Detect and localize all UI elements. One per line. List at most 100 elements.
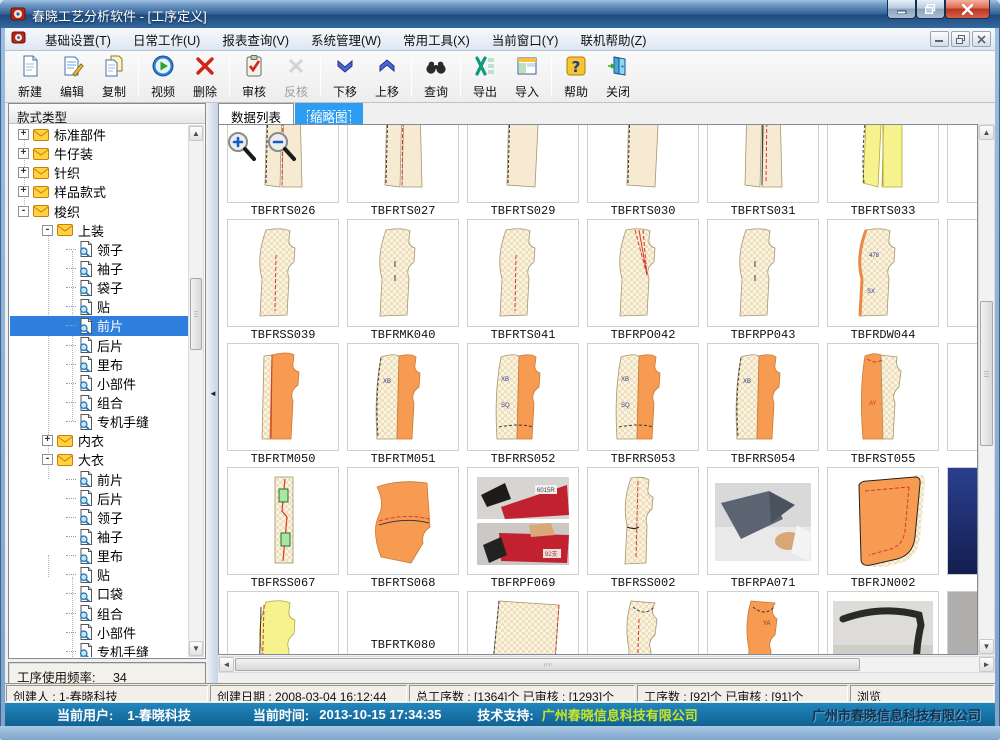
tree-item-leaf[interactable]: 里布	[10, 546, 188, 565]
toolbar-button-new-document[interactable]: 新建	[9, 54, 51, 100]
tree-item-leaf[interactable]: 袖子	[10, 527, 188, 546]
expand-icon[interactable]: +	[18, 167, 29, 178]
tree-item-leaf[interactable]: 口袋	[10, 584, 188, 603]
horizontal-scrollbar[interactable]: ◄ ►	[218, 656, 995, 673]
thumbnail-cell[interactable]: TBFRTS027	[347, 124, 459, 219]
zoom-in-icon[interactable]	[225, 130, 257, 167]
toolbar-button-move-up[interactable]: 上移	[366, 54, 408, 100]
menu-item[interactable]: 常用工具(X)	[392, 31, 481, 51]
thumbnail-cell[interactable]	[467, 591, 579, 655]
toolbar-button-edit-document[interactable]: 编辑	[51, 54, 93, 100]
collapse-icon[interactable]: -	[18, 206, 29, 217]
tree-item-leaf[interactable]: 后片	[10, 336, 188, 355]
thumbnail-cell[interactable]: TBFRSS039	[227, 219, 339, 343]
toolbar-button-move-down[interactable]: 下移	[324, 54, 366, 100]
toolbar-button-import-grid[interactable]: 导入	[506, 54, 548, 100]
thumbnail-cell[interactable]: YA	[707, 591, 819, 655]
tree-item-leaf[interactable]: 前片	[10, 316, 188, 335]
tree-item-leaf[interactable]: 专机手缝	[10, 642, 188, 657]
thumbnail-cell-partial[interactable]	[947, 591, 978, 655]
tree-item-leaf[interactable]: 专机手缝	[10, 412, 188, 431]
tree-item-folder[interactable]: +针织	[10, 163, 188, 182]
collapse-icon[interactable]: -	[42, 454, 53, 465]
thumbnail-cell[interactable]: XBTBFRTM051	[347, 343, 459, 467]
scroll-up-arrow-icon[interactable]: ▲	[979, 125, 994, 140]
tab-data-list[interactable]: 数据列表	[218, 103, 294, 124]
mdi-restore-button[interactable]	[951, 31, 970, 47]
hscroll-thumb[interactable]	[235, 658, 860, 671]
tree-item-leaf[interactable]: 袋子	[10, 278, 188, 297]
thumbnail-cell[interactable]: TBFRTS041	[467, 219, 579, 343]
tree-item-leaf[interactable]: 领子	[10, 508, 188, 527]
thumbnail-cell[interactable]: XBSQTBFRRS052	[467, 343, 579, 467]
thumbnail-cell[interactable]: TBFRTM050	[227, 343, 339, 467]
tree-item-leaf[interactable]: 组合	[10, 393, 188, 412]
menu-item[interactable]: 联机帮助(Z)	[569, 31, 657, 51]
tab-thumbnails[interactable]: 缩略图	[295, 103, 363, 124]
tree-scroll-thumb[interactable]	[190, 278, 202, 350]
tree-item-leaf[interactable]: 袖子	[10, 259, 188, 278]
thumbnail-cell-partial[interactable]	[947, 467, 978, 575]
thumbnail-cell[interactable]: TBFRTS031	[707, 124, 819, 219]
expand-icon[interactable]: +	[18, 129, 29, 140]
scroll-down-arrow-icon[interactable]: ▼	[979, 639, 994, 654]
thumbnail-cell-partial[interactable]	[947, 219, 978, 327]
thumbnail-cell[interactable]: TBFRTS030	[587, 124, 699, 219]
menu-item[interactable]: 基础设置(T)	[34, 31, 122, 51]
thumbnail-cell-partial[interactable]	[947, 343, 978, 451]
zoom-out-icon[interactable]	[265, 130, 297, 167]
thumbnail-cell[interactable]: TBFRSS002	[587, 467, 699, 591]
toolbar-button-export-excel[interactable]: 导出	[464, 54, 506, 100]
tree-item-leaf[interactable]: 里布	[10, 355, 188, 374]
scroll-left-arrow-icon[interactable]: ◄	[219, 657, 234, 672]
expand-icon[interactable]: +	[42, 435, 53, 446]
thumbnail-cell[interactable]: TBFRPP043	[707, 219, 819, 343]
collapse-icon[interactable]: -	[42, 225, 53, 236]
toolbar-button-close-door[interactable]: 关闭	[597, 54, 639, 100]
toolbar-button-audit-check[interactable]: 审核	[233, 54, 275, 100]
thumbnail-cell[interactable]: TBFRMK040	[347, 219, 459, 343]
thumbnail-cell[interactable]: XBTBFRRS054	[707, 343, 819, 467]
thumbnail-cell[interactable]: 478SXTBFRDW044	[827, 219, 939, 343]
scroll-down-arrow-icon[interactable]: ▼	[189, 641, 203, 656]
thumbnail-cell-partial[interactable]	[947, 124, 978, 203]
expand-icon[interactable]: +	[18, 148, 29, 159]
tree-item-folder[interactable]: -上装	[10, 221, 188, 240]
menu-item[interactable]: 报表查询(V)	[211, 31, 300, 51]
tree-item-folder[interactable]: +内衣	[10, 431, 188, 450]
minimize-button[interactable]	[887, 0, 916, 19]
vertical-scrollbar[interactable]: ▲ ▼	[978, 124, 995, 655]
thumbnail-cell[interactable]	[227, 591, 339, 655]
thumbnail-cell[interactable]	[827, 591, 939, 655]
close-button[interactable]	[945, 0, 990, 19]
thumbnail-cell[interactable]: TBFRJN002	[827, 467, 939, 591]
tree-item-folder[interactable]: +牛仔装	[10, 144, 188, 163]
tree-item-leaf[interactable]: 领子	[10, 240, 188, 259]
tree-scrollbar[interactable]: ▲ ▼	[188, 125, 204, 657]
mdi-close-button[interactable]	[972, 31, 991, 47]
thumbnail-cell[interactable]: 6015R92支TBFRPF069	[467, 467, 579, 591]
menu-item[interactable]: 日常工作(U)	[122, 31, 211, 51]
thumbnail-cell[interactable]: TBFRTS068	[347, 467, 459, 591]
thumbnail-cell[interactable]	[587, 591, 699, 655]
thumbnail-cell[interactable]: TBFRTS029	[467, 124, 579, 219]
tree-item-leaf[interactable]: 后片	[10, 489, 188, 508]
toolbar-button-copy[interactable]: 复制	[93, 54, 135, 100]
vscroll-thumb[interactable]	[980, 301, 993, 446]
mdi-minimize-button[interactable]	[930, 31, 949, 47]
thumbnail-cell[interactable]: TBFRTK080	[347, 591, 459, 655]
tree-item-leaf[interactable]: 组合	[10, 604, 188, 623]
toolbar-button-delete-x[interactable]: 删除	[184, 54, 226, 100]
tree-item-leaf[interactable]: 小部件	[10, 374, 188, 393]
toolbar-button-help-question[interactable]: ?帮助	[555, 54, 597, 100]
toolbar-button-binoculars[interactable]: 查询	[415, 54, 457, 100]
thumbnail-cell[interactable]: TBFRPA071	[707, 467, 819, 591]
menu-item[interactable]: 当前窗口(Y)	[481, 31, 570, 51]
tree-item-leaf[interactable]: 小部件	[10, 623, 188, 642]
menu-item[interactable]: 系统管理(W)	[300, 31, 392, 51]
tree-item-leaf[interactable]: 贴	[10, 297, 188, 316]
maximize-button[interactable]	[916, 0, 945, 19]
thumbnail-cell[interactable]: TBFRPO042	[587, 219, 699, 343]
thumbnail-cell[interactable]: AYTBFRST055	[827, 343, 939, 467]
tree-item-leaf[interactable]: 前片	[10, 470, 188, 489]
